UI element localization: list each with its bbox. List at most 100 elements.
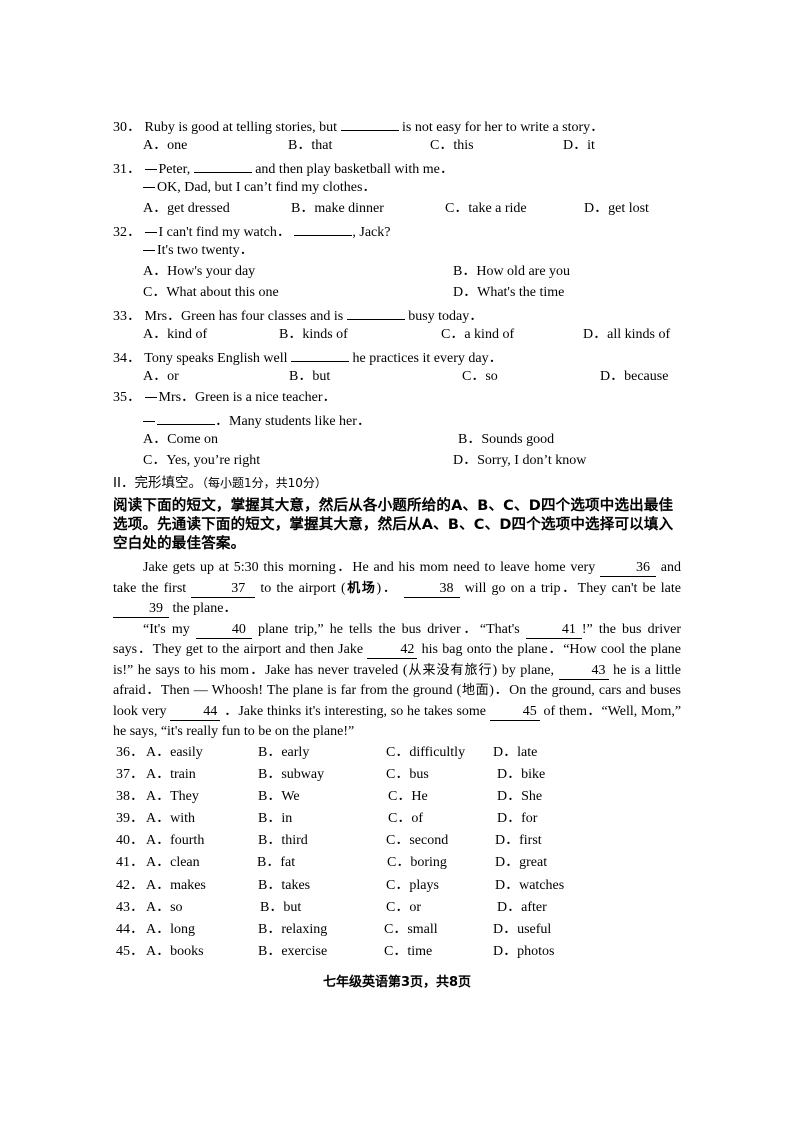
dialog-dash: [144, 232, 157, 234]
passage-paragraph-1: Jake gets up at 5:30 this morning．He and…: [113, 558, 681, 620]
option-b: B．that: [288, 138, 333, 153]
option-b: B．kinds of: [279, 327, 348, 342]
answer-blank: [294, 221, 353, 236]
question-32-reply: It's two twenty．: [143, 242, 254, 260]
dialog-dash: [143, 250, 155, 252]
option-c: C．of: [388, 811, 423, 826]
passage-text: ．Jake thinks it's interesting, so he tak…: [224, 703, 487, 719]
section-title: II．完形填空。: [113, 475, 202, 491]
option-a: A．books: [146, 944, 204, 959]
option-b: B．but: [260, 900, 302, 915]
passage-text: Jake gets up at 5:30 this morning．He and…: [143, 560, 596, 575]
option-a: A．How's your day: [143, 264, 256, 279]
exam-page: 30． Ruby is good at telling stories, but…: [0, 0, 794, 1123]
question-number: 41．: [116, 855, 144, 870]
option-d: D．late: [493, 745, 538, 760]
question-31: 31． Peter, and then play basketball with…: [113, 158, 454, 177]
cloze-blank-43: 43: [558, 663, 609, 680]
option-a: A．with: [146, 811, 195, 826]
question-number: 45．: [116, 944, 144, 959]
question-30: 30． Ruby is good at telling stories, but…: [113, 116, 604, 135]
question-number: 40．: [116, 833, 144, 848]
option-c: C．plays: [386, 878, 439, 893]
question-number: 42．: [116, 878, 144, 893]
option-b: B．exercise: [258, 944, 328, 959]
passage-text: the plane．: [172, 601, 238, 616]
question-35-reply: ．Many students like her．: [143, 410, 371, 429]
question-30-options: A．one B．that C．this D．it: [0, 137, 794, 155]
cloze-blank-36: 36: [600, 560, 656, 577]
cloze-blank-40: 40: [195, 622, 252, 639]
cloze-passage: Jake gets up at 5:30 this morning．He and…: [113, 558, 681, 743]
option-a: A．kind of: [143, 327, 208, 342]
question-32-options-row2: C．What about this one D．What's the time: [0, 284, 794, 302]
option-d: D．get lost: [584, 201, 649, 216]
option-d: D．She: [497, 789, 543, 804]
dialog-line: It's two twenty．: [157, 243, 254, 258]
option-c: C．this: [430, 138, 474, 153]
option-c: C．second: [386, 833, 449, 848]
passage-text: will go on a trip．They can't be late: [464, 580, 681, 596]
question-number: 34．: [113, 351, 141, 366]
passage-gloss: 地面: [461, 683, 490, 698]
option-a: A．so: [146, 900, 183, 915]
question-31-options: A．get dressed B．make dinner C．take a rid…: [0, 200, 794, 218]
question-33: 33． Mrs．Green has four classes and is bu…: [113, 305, 484, 324]
dialog-line: I can't find my watch．: [158, 225, 291, 240]
answer-blank: [193, 158, 252, 173]
option-a: A．clean: [146, 855, 200, 870]
passage-text: plane trip,” he tells the bus driver．“Th…: [258, 621, 520, 637]
dialog-line: Mrs．Green is a nice teacher．: [158, 390, 337, 405]
option-c: C．Yes, you’re right: [143, 453, 261, 468]
question-31-reply: OK, Dad, but I can’t find my clothes．: [143, 179, 376, 197]
passage-text: “It's my: [143, 621, 190, 637]
option-c: C．or: [386, 900, 421, 915]
option-c: C．time: [384, 944, 433, 959]
dialog-line: Peter,: [158, 162, 191, 177]
option-d: D．after: [497, 900, 547, 915]
dialog-dash: [144, 397, 157, 399]
passage-gloss: 机场: [345, 580, 377, 596]
question-number: 33．: [113, 309, 141, 324]
passage-paragraph-2: “It's my 40 plane trip,” he tells the bu…: [113, 620, 681, 743]
option-c: C．a kind of: [441, 327, 515, 342]
question-number: 38．: [116, 789, 144, 804]
option-d: D．What's the time: [453, 285, 565, 300]
option-c: C．small: [384, 922, 438, 937]
option-b: B．We: [258, 789, 300, 804]
question-34-options: A．or B．but C．so D．because: [0, 368, 794, 386]
question-stem: Ruby is good at telling stories, but: [144, 120, 338, 135]
option-a: A．makes: [146, 878, 206, 893]
page-footer: 七年级英语第3页，共8页: [322, 975, 472, 990]
option-b: B．in: [258, 811, 293, 826]
passage-text: )．: [376, 580, 399, 596]
option-a: A．long: [146, 922, 195, 937]
option-c: C．bus: [386, 767, 429, 782]
dialog-line: and then play basketball with me．: [255, 162, 454, 177]
question-number: 39．: [116, 811, 144, 826]
option-c: C．boring: [387, 855, 447, 870]
section-instructions: 阅读下面的短文，掌握其大意，然后从各小题所给的A、B、C、D四个选项中选出最佳选…: [113, 498, 674, 552]
option-c: C．so: [462, 369, 498, 384]
option-d: D．it: [563, 138, 595, 153]
answer-blank: [340, 116, 399, 131]
dialog-dash: [144, 169, 157, 171]
option-a: A．They: [146, 789, 199, 804]
option-a: A．easily: [146, 745, 203, 760]
cloze-blank-44: 44: [170, 704, 221, 721]
option-b: B．third: [258, 833, 308, 848]
dialog-line: ．Many students like her．: [215, 414, 371, 429]
option-c: C．What about this one: [143, 285, 279, 300]
option-d: D．all kinds of: [583, 327, 671, 342]
cloze-blank-39: 39: [113, 601, 169, 618]
question-number: 37．: [116, 767, 144, 782]
cloze-blank-41: 41: [525, 622, 582, 639]
question-32: 32． I can't find my watch． , Jack?: [113, 221, 390, 240]
answer-blank: [157, 410, 215, 425]
question-stem: busy today．: [408, 309, 484, 324]
question-35: 35． Mrs．Green is a nice teacher．: [113, 389, 337, 407]
question-number: 32．: [113, 225, 141, 240]
section-points: （每小题1分，共10分）: [201, 476, 327, 490]
option-b: B．fat: [257, 855, 296, 870]
question-34: 34． Tony speaks English well he practice…: [113, 347, 503, 366]
